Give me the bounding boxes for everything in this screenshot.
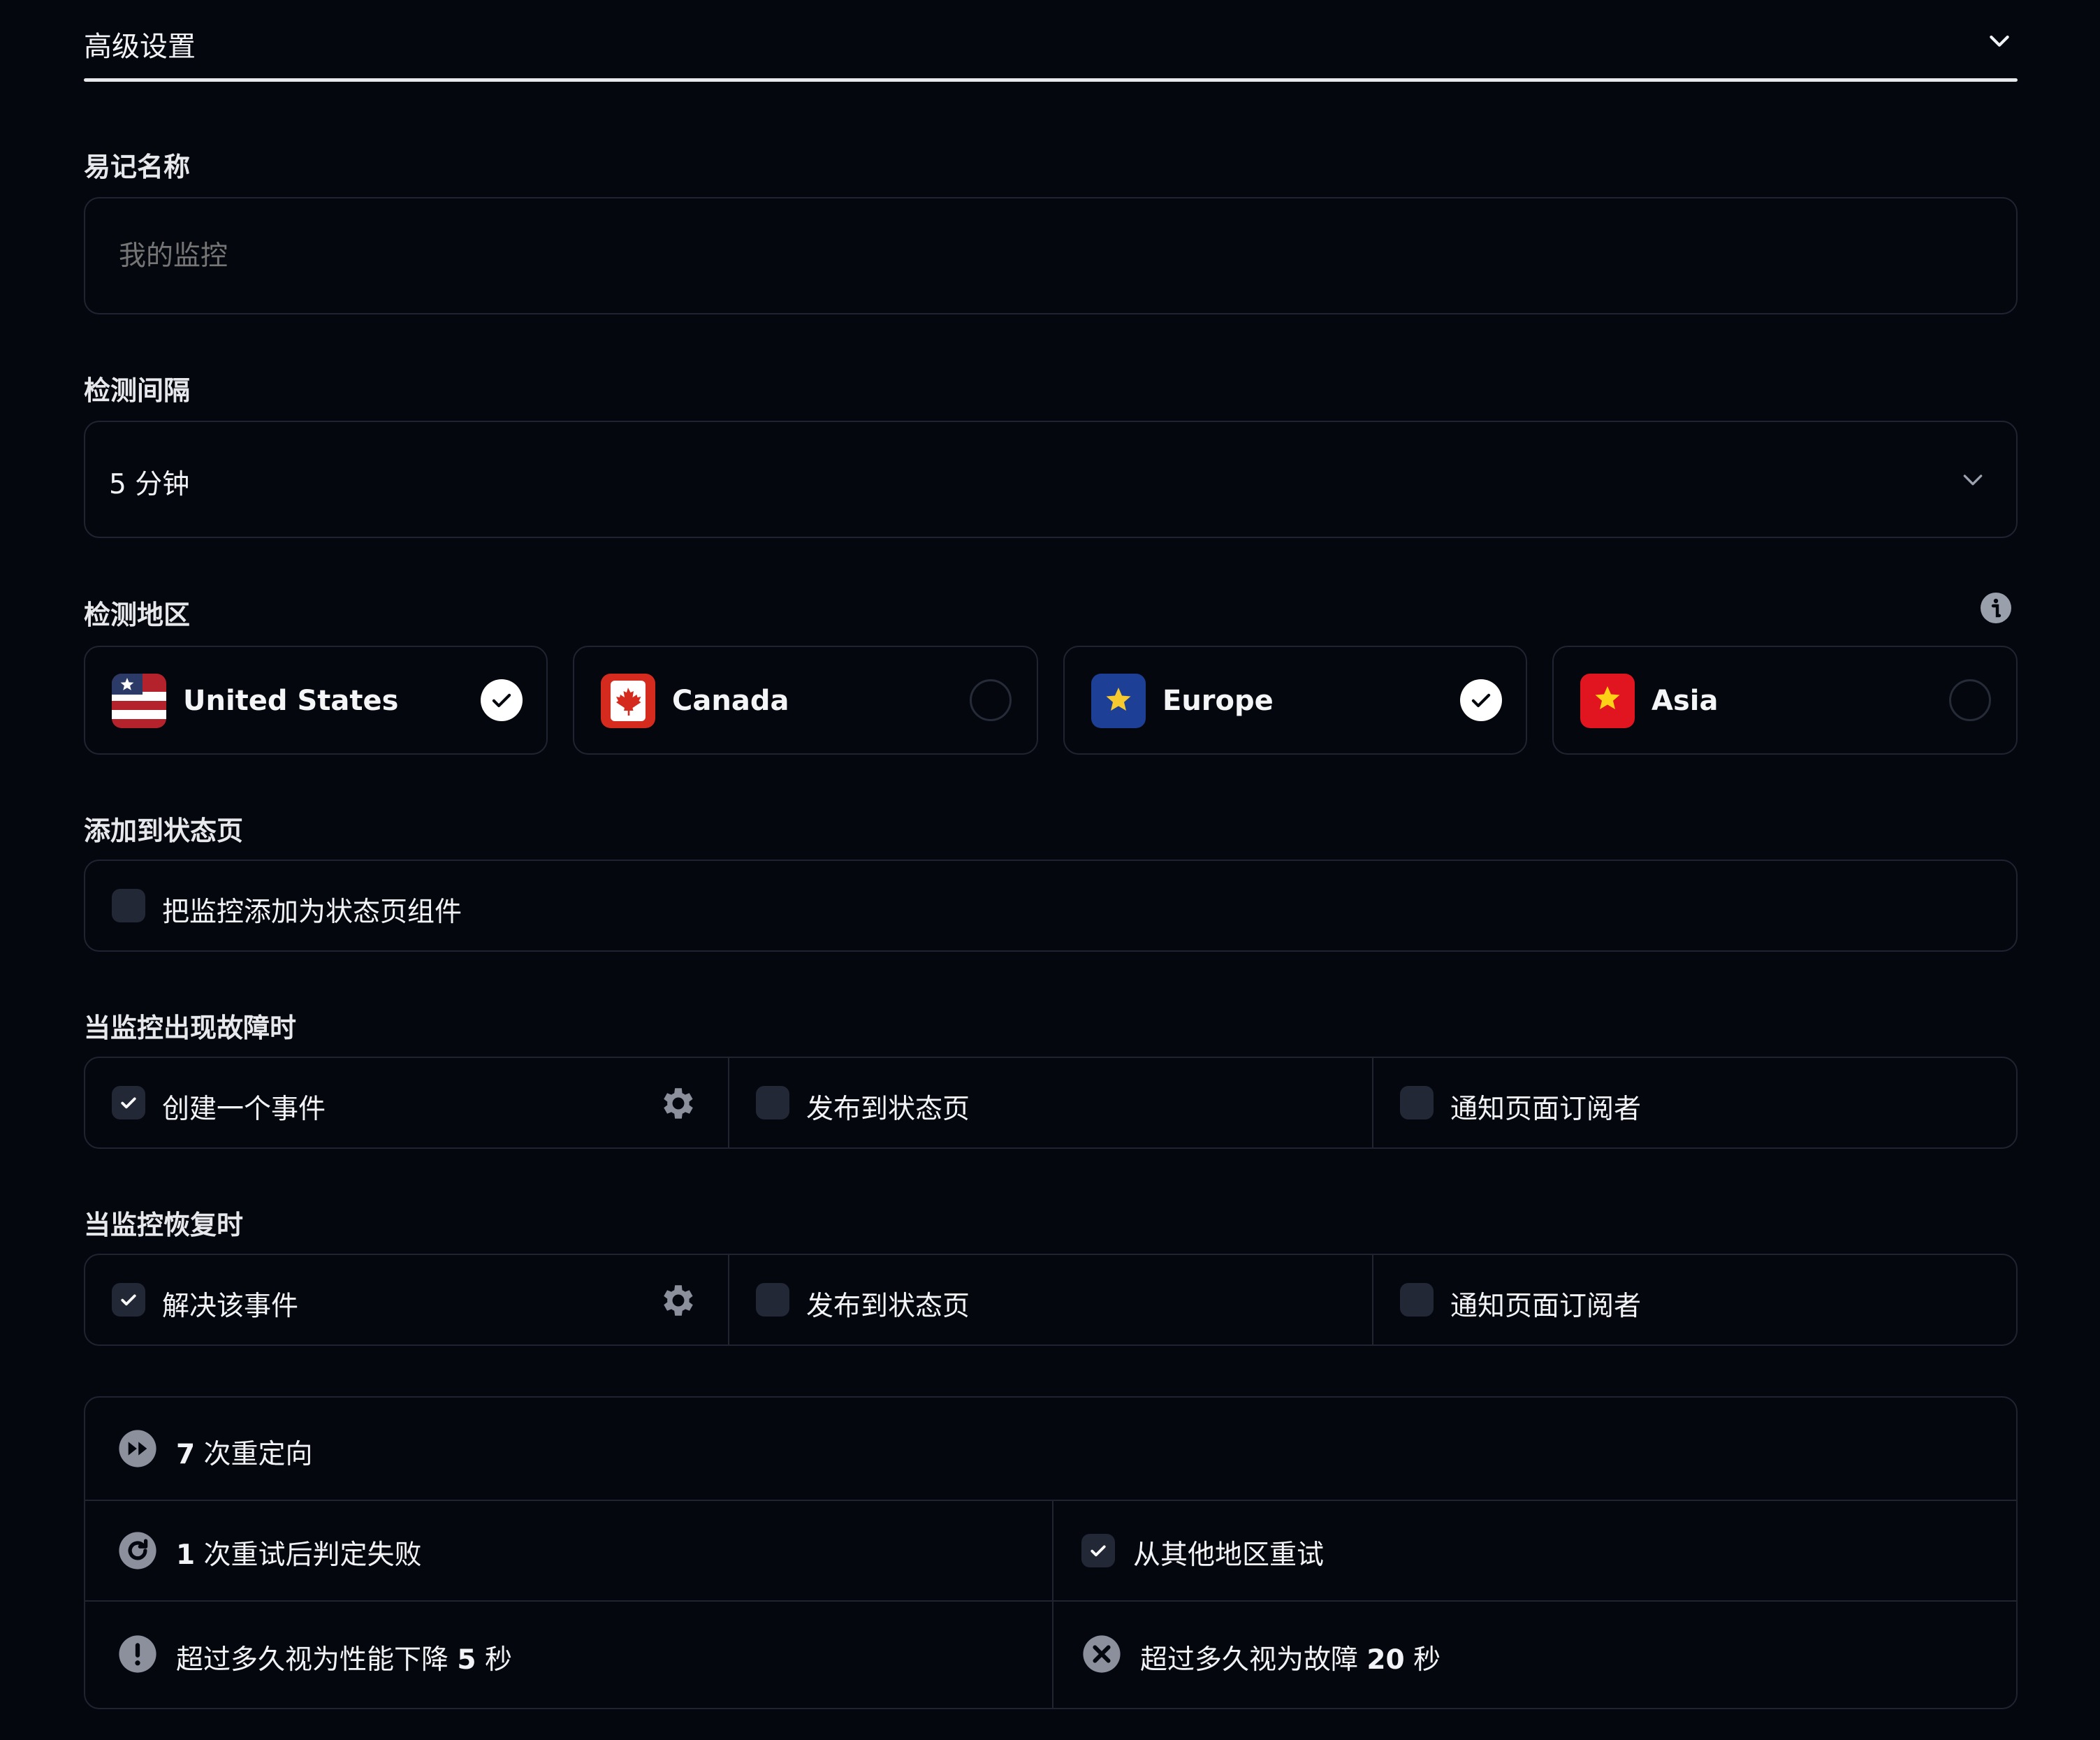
option-text: 创建一个事件 xyxy=(162,1094,326,1125)
fast-forward-icon xyxy=(117,1428,158,1469)
region-card-asia[interactable]: Asia xyxy=(1552,646,2018,755)
checkbox[interactable] xyxy=(756,1283,789,1317)
region-name: Asia xyxy=(1651,685,1719,717)
on-up-option-notify-subscribers[interactable]: 通知页面订阅者 xyxy=(1372,1254,2018,1346)
checkbox[interactable] xyxy=(1400,1086,1434,1119)
region-check[interactable] xyxy=(1949,679,1991,721)
option-text: 解决该事件 xyxy=(162,1291,299,1322)
region-card-canada[interactable]: Canada xyxy=(573,646,1038,755)
region-name: Canada xyxy=(672,685,789,717)
info-icon[interactable] xyxy=(1979,591,2013,625)
down-unit: 秒 xyxy=(1413,1644,1441,1676)
retries-label: 次重试后判定失败 xyxy=(203,1539,422,1571)
summary-down[interactable]: 超过多久视为故障 20 秒 xyxy=(1053,1602,2016,1709)
summary-panel: 7 次重定向 1 次重试后判定失败 从其他地区重试 超过多久视为性能下降 5 秒 xyxy=(84,1396,2018,1709)
friendly-name-input[interactable] xyxy=(84,197,2018,314)
asia-flag-icon xyxy=(1580,674,1635,728)
region-check[interactable] xyxy=(481,679,523,721)
gear-icon[interactable] xyxy=(658,1083,699,1124)
on-down-option-publish-status[interactable]: 发布到状态页 xyxy=(728,1057,1380,1149)
checkbox-checked[interactable] xyxy=(1081,1534,1115,1567)
option-text: 通知页面订阅者 xyxy=(1450,1291,1642,1322)
interval-value: 5 分钟 xyxy=(109,469,190,500)
status-page-option[interactable]: 把监控添加为状态页组件 xyxy=(84,860,2018,952)
summary-retries[interactable]: 1 次重试后判定失败 xyxy=(85,1501,1052,1600)
degraded-value: 5 xyxy=(457,1644,476,1676)
canada-flag-icon xyxy=(601,674,655,728)
option-text: 发布到状态页 xyxy=(806,1094,970,1125)
down-text: 超过多久视为故障 20 秒 xyxy=(1140,1638,1441,1677)
summary-degraded[interactable]: 超过多久视为性能下降 5 秒 xyxy=(85,1602,1052,1709)
down-label: 超过多久视为故障 xyxy=(1140,1644,1359,1676)
on-down-label: 当监控出现故障时 xyxy=(84,1013,297,1043)
regions-label: 检测地区 xyxy=(84,600,191,630)
checkbox[interactable] xyxy=(112,889,145,922)
checkbox-checked[interactable] xyxy=(112,1086,145,1119)
exclamation-icon xyxy=(117,1634,158,1674)
friendly-name-label: 易记名称 xyxy=(84,152,191,182)
checkbox-checked[interactable] xyxy=(112,1283,145,1317)
degraded-unit: 秒 xyxy=(484,1644,512,1676)
on-down-option-create-incident[interactable]: 创建一个事件 xyxy=(84,1057,736,1149)
checkbox[interactable] xyxy=(756,1086,789,1119)
region-check[interactable] xyxy=(970,679,1012,721)
redirects-count: 7 xyxy=(176,1439,196,1470)
status-page-option-text: 把监控添加为状态页组件 xyxy=(162,897,462,928)
redirects-label: 次重定向 xyxy=(203,1439,313,1470)
interval-label: 检测间隔 xyxy=(84,375,191,406)
on-up-option-publish-status[interactable]: 发布到状态页 xyxy=(728,1254,1380,1346)
chevron-down-icon[interactable] xyxy=(1985,27,2013,55)
option-text: 发布到状态页 xyxy=(806,1291,970,1322)
chevron-down-icon xyxy=(1959,465,1987,493)
region-card-united-states[interactable]: United States xyxy=(84,646,548,755)
degraded-label: 超过多久视为性能下降 xyxy=(176,1644,449,1676)
gear-icon[interactable] xyxy=(658,1280,699,1321)
eu-flag-icon xyxy=(1091,674,1146,728)
region-card-europe[interactable]: Europe xyxy=(1063,646,1527,755)
retries-count: 1 xyxy=(176,1539,196,1571)
summary-retry-other-regions[interactable]: 从其他地区重试 xyxy=(1053,1501,2016,1600)
interval-select[interactable]: 5 分钟 xyxy=(84,421,2018,538)
option-text: 通知页面订阅者 xyxy=(1450,1094,1642,1125)
checkbox[interactable] xyxy=(1400,1283,1434,1317)
retries-text: 1 次重试后判定失败 xyxy=(176,1533,422,1572)
down-value: 20 xyxy=(1366,1644,1405,1676)
us-flag-icon xyxy=(112,674,166,728)
section-title[interactable]: 高级设置 xyxy=(84,24,196,64)
summary-redirects[interactable]: 7 次重定向 xyxy=(85,1398,2016,1500)
region-name: Europe xyxy=(1162,685,1274,717)
section-divider xyxy=(84,78,2018,82)
redirects-text: 7 次重定向 xyxy=(176,1433,313,1472)
on-up-option-resolve-incident[interactable]: 解决该事件 xyxy=(84,1254,736,1346)
on-down-option-notify-subscribers[interactable]: 通知页面订阅者 xyxy=(1372,1057,2018,1149)
degraded-text: 超过多久视为性能下降 5 秒 xyxy=(176,1638,512,1677)
retry-other-regions-text: 从其他地区重试 xyxy=(1133,1539,1325,1571)
x-circle-icon xyxy=(1081,1634,1122,1674)
on-up-label: 当监控恢复时 xyxy=(84,1210,244,1240)
region-check[interactable] xyxy=(1460,679,1502,721)
region-name: United States xyxy=(183,685,399,717)
refresh-icon xyxy=(117,1530,158,1571)
status-page-label: 添加到状态页 xyxy=(84,815,244,846)
